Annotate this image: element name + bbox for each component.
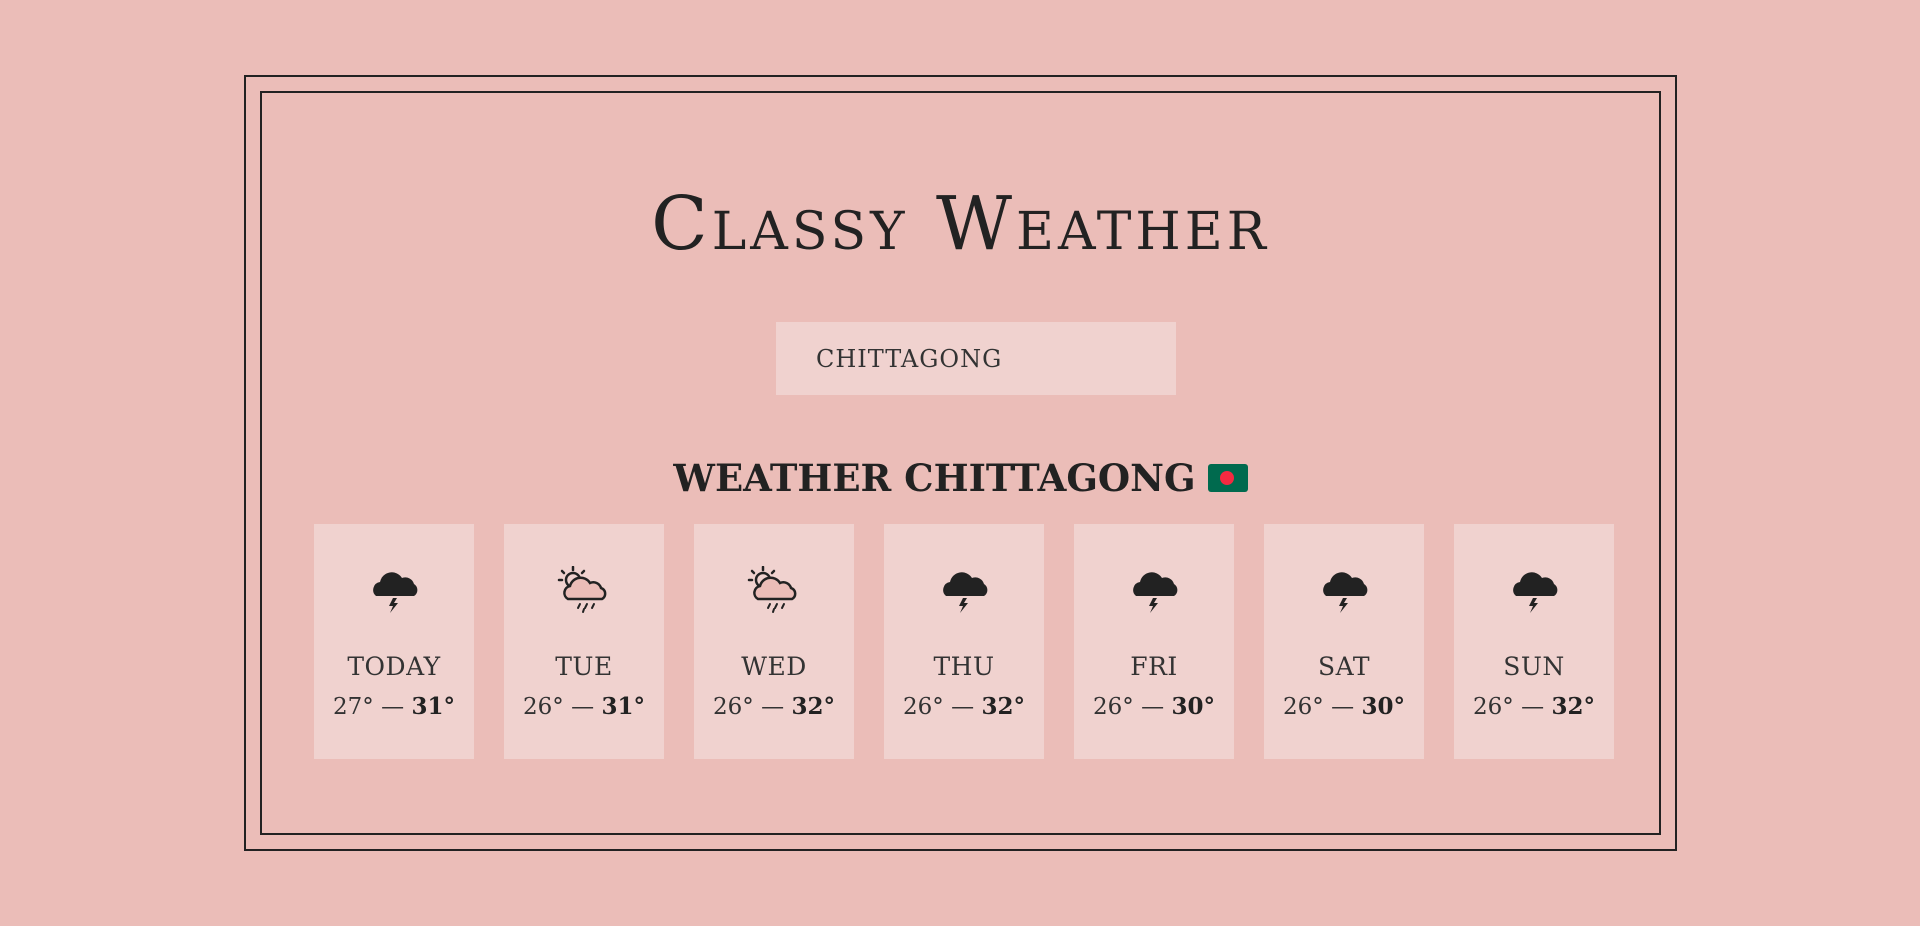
sun-cloud-rain-icon [747,566,797,613]
day-temp-range: 26° — 30° [1093,693,1215,720]
thunderstorm-icon [1323,572,1368,613]
bangladesh-flag-icon [1207,464,1248,492]
day-label: TODAY [347,652,441,681]
forecast-day-card: SUN 26° — 32° [1454,524,1614,759]
location-heading: WEATHER CHITTAGONG [262,456,1659,500]
day-temp-range: 26° — 32° [1473,693,1595,720]
day-temp-range: 26° — 32° [713,693,835,720]
temp-separator: — [1521,694,1545,720]
day-temp-range: 27° — 31° [333,693,455,720]
app-inner-frame: Classy Weather WEATHER CHITTAGONG TODAY … [260,91,1661,835]
forecast-day-card: TUE 26° — 31° [504,524,664,759]
forecast-list: TODAY 27° — 31° TUE 26° — 31° WED 26° — … [314,524,1614,759]
thunderstorm-icon [1513,572,1558,613]
location-heading-text: WEATHER CHITTAGONG [673,456,1196,500]
day-temp-min: 26° [1473,694,1514,720]
temp-separator: — [1331,694,1355,720]
day-temp-min: 26° [903,694,944,720]
forecast-day-card: THU 26° — 32° [884,524,1044,759]
day-temp-range: 26° — 32° [903,693,1025,720]
forecast-day-card: FRI 26° — 30° [1074,524,1234,759]
day-label: WED [741,652,807,681]
day-temp-min: 26° [523,694,564,720]
temp-separator: — [571,694,595,720]
day-temp-max: 32° [981,693,1025,720]
forecast-day-card: WED 26° — 32° [694,524,854,759]
day-label: SUN [1503,652,1565,681]
app-title: Classy Weather [651,181,1270,267]
forecast-day-card: TODAY 27° — 31° [314,524,474,759]
day-temp-max: 30° [1171,693,1215,720]
temp-separator: — [1141,694,1165,720]
day-temp-max: 31° [601,693,645,720]
day-label: TUE [555,652,613,681]
temp-separator: — [951,694,975,720]
thunderstorm-icon [373,572,418,613]
forecast-day-card: SAT 26° — 30° [1264,524,1424,759]
temp-separator: — [761,694,785,720]
day-temp-min: 26° [1283,694,1324,720]
day-label: SAT [1318,652,1370,681]
app-frame: Classy Weather WEATHER CHITTAGONG TODAY … [244,75,1677,851]
day-label: FRI [1130,652,1178,681]
day-temp-range: 26° — 30° [1283,693,1405,720]
day-temp-min: 26° [1093,694,1134,720]
thunderstorm-icon [1133,572,1178,613]
day-temp-min: 26° [713,694,754,720]
sun-cloud-rain-icon [557,566,607,613]
temp-separator: — [381,694,405,720]
day-temp-max: 31° [411,693,455,720]
location-search-input[interactable] [776,322,1176,395]
thunderstorm-icon [943,572,988,613]
day-temp-max: 32° [791,693,835,720]
day-temp-max: 30° [1361,693,1405,720]
day-label: THU [933,652,995,681]
day-temp-min: 27° [333,694,374,720]
day-temp-max: 32° [1551,693,1595,720]
day-temp-range: 26° — 31° [523,693,645,720]
